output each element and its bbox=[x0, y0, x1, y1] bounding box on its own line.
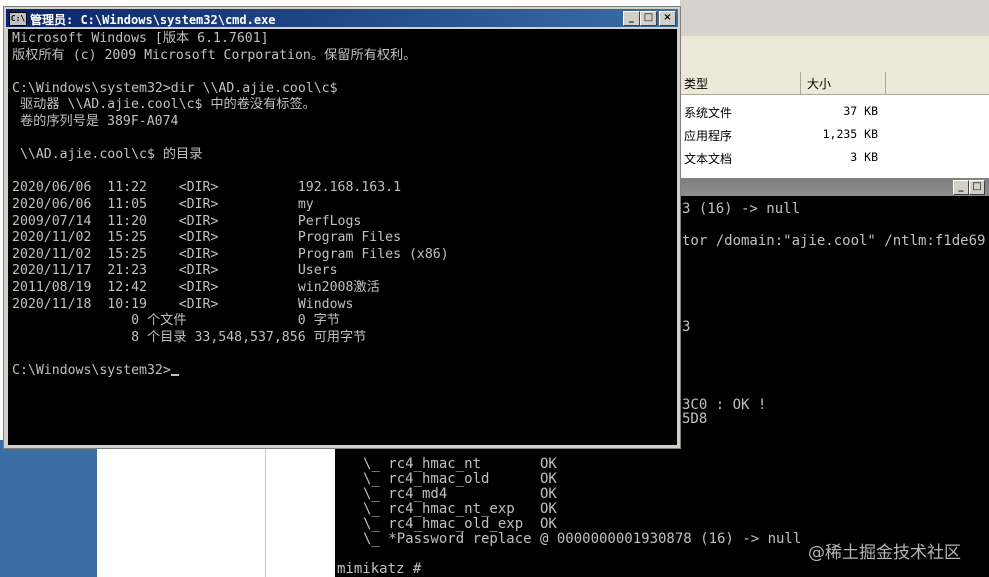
console-line: \_ rc4_hmac_nt OK bbox=[363, 456, 557, 472]
text-cursor bbox=[170, 374, 179, 376]
column-separator[interactable] bbox=[885, 72, 886, 94]
maximize-button[interactable]: □ bbox=[969, 180, 985, 195]
console-line: 3 (16) -> null bbox=[682, 201, 801, 217]
file-type: 系统文件 bbox=[684, 106, 733, 120]
console-screen[interactable]: Microsoft Windows [版本 6.1.7601] 版权所有 (c) … bbox=[8, 29, 677, 445]
console-line: tor /domain:"ajie.cool" /ntlm:f1de69 bbox=[682, 233, 986, 249]
minimize-button[interactable]: _ bbox=[953, 180, 969, 195]
console-line: 2020/11/02 15:25 <DIR> Program Files (x8… bbox=[12, 246, 449, 262]
cmd-app-icon[interactable]: C:\ bbox=[9, 12, 27, 26]
command-prompt: C:\Windows\system32> bbox=[12, 363, 179, 379]
pane-divider bbox=[265, 440, 266, 577]
explorer-window: 类型 大小 系统文件 37 KB 应用程序 1,235 KB 文本文档 3 KB bbox=[680, 0, 989, 178]
file-row[interactable]: 文本文档 3 KB bbox=[680, 147, 989, 169]
desktop-background bbox=[0, 440, 97, 577]
console-line: \_ rc4_hmac_old OK bbox=[363, 471, 557, 487]
explorer-address-bar bbox=[680, 36, 989, 73]
console-line: 2020/06/06 11:22 <DIR> 192.168.163.1 bbox=[12, 180, 402, 196]
console-line: 2020/06/06 11:05 <DIR> my bbox=[12, 197, 314, 212]
console-line: \_ *Password replace @ 0000000001930878 … bbox=[363, 531, 802, 547]
file-list-header: 类型 大小 bbox=[680, 72, 989, 95]
console-prompt: mimikatz # bbox=[337, 561, 422, 577]
console-line: 5D8 bbox=[682, 411, 708, 427]
window-title: 管理员: C:\Windows\system32\cmd.exe bbox=[30, 13, 276, 27]
maximize-button[interactable]: □ bbox=[640, 11, 657, 26]
minimize-button[interactable]: _ bbox=[623, 11, 640, 26]
close-button[interactable]: × bbox=[659, 11, 676, 26]
cmd-titlebar[interactable]: C:\ 管理员: C:\Windows\system32\cmd.exe _ □… bbox=[6, 9, 678, 27]
console-line: 版权所有 (c) 2009 Microsoft Corporation。保留所有… bbox=[12, 47, 417, 63]
file-row[interactable]: 系统文件 37 KB bbox=[680, 101, 989, 123]
console-line: \\AD.ajie.cool\c$ 的目录 bbox=[12, 147, 203, 163]
console-line: 2020/11/17 21:23 <DIR> Users bbox=[12, 263, 338, 279]
column-header-type[interactable]: 类型 bbox=[684, 75, 708, 92]
watermark: @稀土掘金技术社区 bbox=[808, 543, 961, 563]
file-size: 37 KB bbox=[843, 104, 878, 118]
file-size: 3 KB bbox=[850, 150, 878, 164]
file-size: 1,235 KB bbox=[822, 127, 878, 141]
console-line: \_ rc4_md4 OK bbox=[363, 486, 557, 502]
console-line: 2011/08/19 12:42 <DIR> win2008激活 bbox=[12, 280, 380, 295]
column-header-size[interactable]: 大小 bbox=[807, 75, 831, 92]
console-line: 2020/11/18 10:19 <DIR> Windows bbox=[12, 296, 354, 312]
console-line: 卷的序列号是 389F-A074 bbox=[12, 114, 179, 129]
file-type: 文本文档 bbox=[684, 152, 733, 166]
console-line: \_ rc4_hmac_old_exp OK bbox=[363, 516, 557, 532]
console-line: Microsoft Windows [版本 6.1.7601] bbox=[12, 31, 269, 46]
console-line: 0 个文件 0 字节 bbox=[12, 313, 340, 329]
explorer-toolbar bbox=[680, 0, 989, 36]
console-line: C:\Windows\system32>dir \\AD.ajie.cool\c… bbox=[12, 80, 338, 96]
console-line: 2020/11/02 15:25 <DIR> Program Files bbox=[12, 230, 402, 246]
column-separator[interactable] bbox=[800, 72, 801, 94]
cmd-window[interactable]: C:\ 管理员: C:\Windows\system32\cmd.exe _ □… bbox=[3, 6, 681, 449]
console-line: 8 个目录 33,548,537,856 可用字节 bbox=[12, 329, 367, 345]
background-window-pane bbox=[97, 440, 336, 577]
file-row[interactable]: 应用程序 1,235 KB bbox=[680, 124, 989, 146]
console-line: \_ rc4_hmac_nt_exp OK bbox=[363, 501, 557, 517]
console-line: 驱动器 \\AD.ajie.cool\c$ 中的卷没有标签。 bbox=[12, 97, 316, 113]
console-line: 2009/07/14 11:20 <DIR> PerfLogs bbox=[12, 213, 362, 229]
console-line: 3 bbox=[682, 319, 691, 335]
file-type: 应用程序 bbox=[684, 129, 733, 143]
